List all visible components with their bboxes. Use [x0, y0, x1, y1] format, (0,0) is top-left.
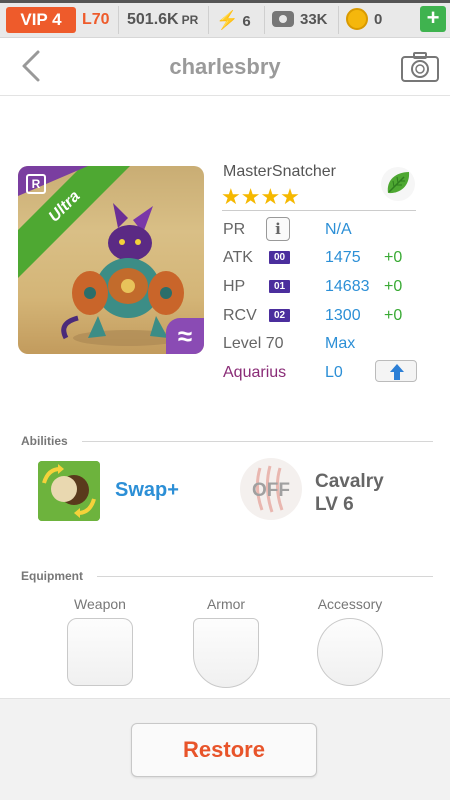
armor-label: Armor	[206, 596, 246, 612]
coin-value: 0	[374, 11, 383, 28]
aquarius-value: L0	[325, 364, 343, 381]
page-title: charlesbry	[169, 54, 281, 79]
add-coins-button[interactable]: +	[420, 6, 446, 32]
skill-level: LV 6	[315, 494, 354, 515]
skill-name: Cavalry	[315, 471, 384, 492]
star-rating: ★★★★	[221, 184, 300, 209]
atk-label: ATK	[223, 249, 253, 266]
status-bar-highlight	[0, 0, 450, 3]
weapon-slot[interactable]	[67, 618, 133, 686]
paw-counter[interactable]: 33K	[272, 9, 328, 31]
weapon-label: Weapon	[74, 596, 126, 612]
monster-name: MasterSnatcher	[223, 163, 336, 180]
coin-counter[interactable]: 0	[346, 8, 383, 31]
atk-level-badge: 00	[269, 251, 290, 264]
paw-value: 33K	[300, 11, 328, 28]
monster-card[interactable]: R Ultra ≈	[18, 166, 204, 354]
abilities-section-label: Abilities	[21, 434, 68, 448]
pr-label: PR	[223, 221, 246, 238]
divider	[82, 441, 433, 442]
coin-icon	[346, 8, 368, 31]
rcv-bonus: +0	[384, 307, 403, 324]
camera-icon	[401, 52, 439, 82]
pr-value: N/A	[325, 221, 352, 238]
restore-button[interactable]: Restore	[131, 723, 317, 777]
swap-ability-icon[interactable]	[38, 461, 100, 521]
rcv-level-badge: 02	[269, 309, 290, 322]
divider	[118, 6, 119, 34]
status-bar: VIP 4 L70 501.6K PR ⚡ 6 33K 0 +	[0, 0, 450, 38]
hp-bonus: +0	[384, 278, 403, 295]
arrow-up-icon	[390, 364, 404, 380]
divider	[264, 6, 265, 34]
equipment-section-label: Equipment	[21, 569, 83, 583]
player-level: L70	[82, 11, 110, 28]
accessory-slot[interactable]	[317, 618, 383, 686]
rcv-value: 1300	[325, 307, 361, 324]
header: charlesbry	[0, 38, 450, 96]
leaf-icon	[381, 167, 415, 201]
energy-value: 6	[242, 13, 251, 30]
hp-level-badge: 01	[269, 280, 290, 293]
water-element-icon: ≈	[166, 318, 204, 354]
armor-slot[interactable]	[193, 618, 259, 688]
accessory-label: Accessory	[317, 596, 383, 612]
atk-value: 1475	[325, 249, 361, 266]
info-button[interactable]: i	[266, 217, 290, 241]
aquarius-upgrade-button[interactable]	[375, 360, 417, 382]
level-label: Level 70	[223, 335, 284, 352]
divider	[97, 576, 433, 577]
rcv-label: RCV	[223, 307, 257, 324]
vip-badge[interactable]: VIP 4	[6, 7, 76, 33]
ability-name: Swap+	[115, 479, 179, 501]
atk-bonus: +0	[384, 249, 403, 266]
paw-icon	[272, 11, 294, 28]
divider	[208, 6, 209, 34]
rarity-badge: R	[26, 174, 46, 194]
swap-icon	[38, 461, 100, 521]
lightning-icon: ⚡	[216, 10, 239, 30]
aquarius-label: Aquarius	[223, 364, 287, 381]
energy-counter[interactable]: ⚡ 6	[216, 9, 251, 31]
skill-name-block: Cavalry LV 6	[315, 470, 384, 516]
divider	[222, 210, 416, 211]
pr-value: 501.6K	[127, 11, 179, 28]
skill-state: OFF	[252, 480, 290, 501]
camera-button[interactable]	[400, 50, 440, 84]
hp-value: 14683	[325, 278, 370, 295]
level-value: Max	[325, 335, 356, 352]
divider	[338, 6, 339, 34]
hp-label: HP	[223, 278, 246, 295]
player-pr: 501.6K PR	[127, 9, 198, 31]
pr-unit: PR	[181, 13, 199, 27]
